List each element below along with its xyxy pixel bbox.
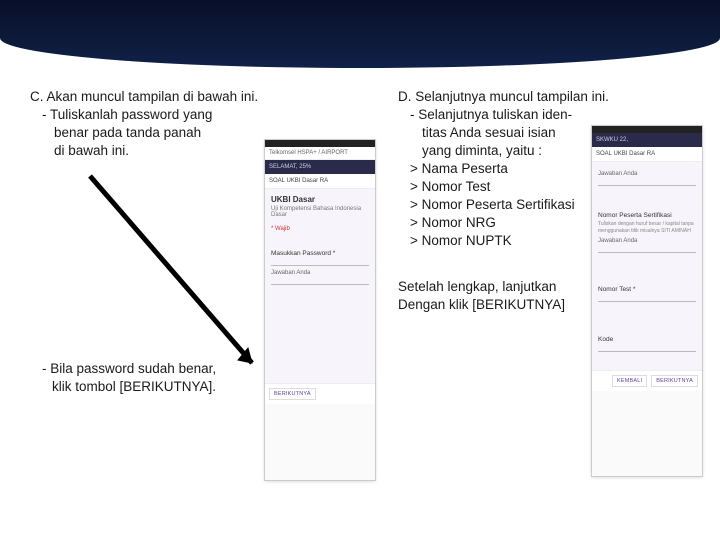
section-c-heading: C. Akan muncul tampilan di bawah ini. <box>30 88 290 106</box>
phone-c-next-button: BERIKUTNYA <box>269 388 316 400</box>
phone-d-next-button: BERIKUTNYA <box>651 375 698 387</box>
phone-c-password-label: Masukkan Password * <box>271 250 369 257</box>
phone-d-f3: Kode <box>598 336 696 343</box>
phone-d-f1: Nomor Peserta Sertifikasi <box>598 212 696 219</box>
phone-c-subtitle: Uji Kompetensi Bahasa Indonesia Dasar <box>271 206 369 218</box>
slide-top-band <box>0 0 720 68</box>
section-d-line1: - Selanjutnya tuliskan iden- <box>410 106 710 124</box>
phone-d-back-button: KEMBALI <box>612 375 647 387</box>
phone-screenshot-c: Telkomsel HSPA+ / AIRPORT SELAMAT, 25% S… <box>265 140 375 480</box>
phone-d-section: SOAL UKBI Dasar RA <box>592 147 702 162</box>
section-c-line1: - Tuliskanlah password yang <box>42 106 302 124</box>
phone-c-banner: SELAMAT, 25% <box>265 160 375 174</box>
phone-d-f1-note: Tuliskan dengan huruf besar / kapital ta… <box>598 221 696 234</box>
phone-c-carrier: Telkomsel HSPA+ / AIRPORT <box>265 147 375 160</box>
section-d-heading: D. Selanjutnya muncul tampilan ini. <box>398 88 698 106</box>
phone-c-title: UKBI Dasar <box>271 195 369 204</box>
phone-d-f2: Nomor Test * <box>598 286 696 293</box>
phone-d-banner: SKWKU 22, <box>592 133 702 147</box>
arrow-to-password <box>80 168 280 388</box>
phone-c-section: SOAL UKBI Dasar RA <box>265 174 375 189</box>
phone-screenshot-d: SKWKU 22, SOAL UKBI Dasar RA Jawaban And… <box>592 126 702 476</box>
